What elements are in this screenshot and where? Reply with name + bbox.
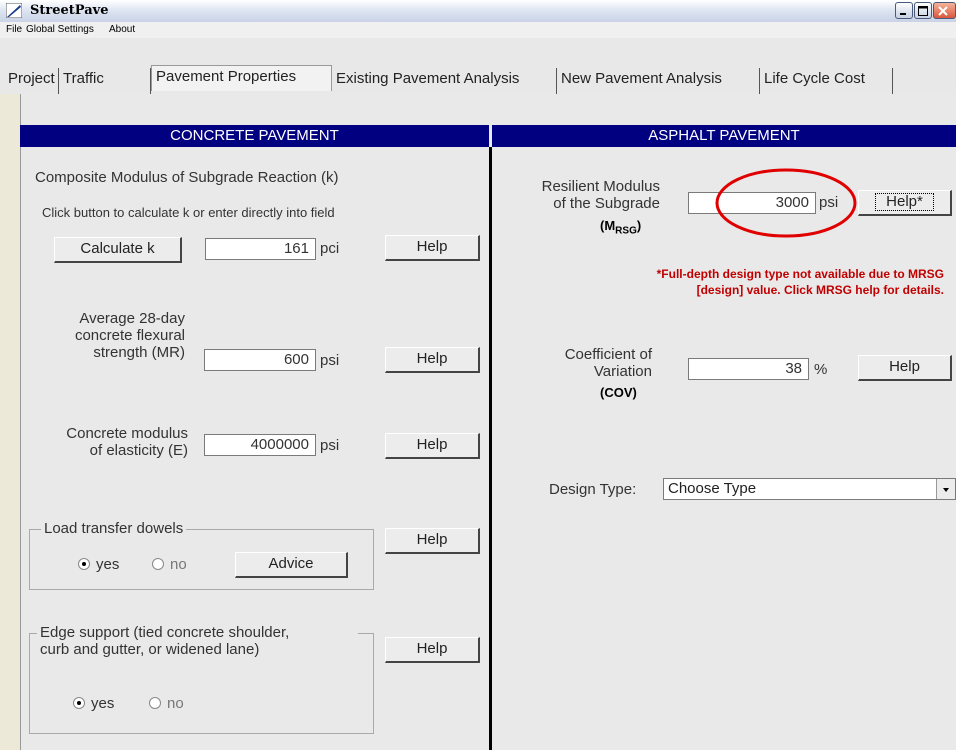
dowels-legend: Load transfer dowels: [41, 520, 187, 537]
mrsg-help-label: Help*: [875, 193, 934, 211]
asphalt-pavement-header: ASPHALT PAVEMENT: [492, 125, 956, 147]
menu-bar: File Global Settings About: [0, 22, 956, 38]
tab-existing-pavement-analysis[interactable]: Existing Pavement Analysis: [332, 68, 557, 94]
mrsg-symbol-sub: RSG: [615, 225, 637, 237]
cov-value-field[interactable]: 38: [688, 358, 809, 380]
edge-help-button[interactable]: Help: [385, 637, 480, 663]
k-help-button[interactable]: Help: [385, 235, 480, 261]
minimize-icon: [900, 13, 906, 15]
e-value-field[interactable]: 4000000: [204, 434, 316, 456]
tab-pavement-properties[interactable]: Pavement Properties: [151, 65, 332, 91]
menu-about[interactable]: About: [109, 24, 135, 35]
radio-unselected-icon: [149, 697, 161, 710]
cov-label-line1: Coefficient of: [564, 346, 652, 363]
annotation-circle-icon: [715, 168, 857, 238]
dowels-yes-label: yes: [96, 556, 120, 573]
window-title: StreetPave: [30, 3, 109, 18]
tab-project[interactable]: Project: [4, 68, 59, 94]
tab-new-pavement-analysis[interactable]: New Pavement Analysis: [557, 68, 760, 94]
mrsg-symbol-m: (M: [600, 218, 616, 233]
mr-label-line3: strength (MR): [93, 344, 185, 361]
dowels-no-radio[interactable]: no: [152, 556, 187, 573]
concrete-pavement-header: CONCRETE PAVEMENT: [20, 125, 489, 147]
dowels-yes-radio[interactable]: yes: [78, 556, 119, 573]
mrsg-symbol-close: ): [636, 218, 642, 233]
menu-file[interactable]: File: [6, 24, 22, 35]
edge-legend-line2: curb and gutter, or widened lane): [40, 641, 260, 658]
warning-line2: [design] value. Click MRSG help for deta…: [696, 283, 944, 297]
mr-label-line1: Average 28-day: [79, 310, 185, 327]
radio-selected-icon: [78, 558, 90, 571]
cov-label-line2: Variation: [593, 363, 652, 380]
menu-global-settings[interactable]: Global Settings: [26, 24, 94, 35]
warning-line1: *Full-depth design type not available du…: [656, 267, 944, 281]
edge-yes-label: yes: [91, 695, 115, 712]
minimize-button[interactable]: [895, 2, 913, 19]
e-unit: psi: [320, 437, 340, 454]
edge-no-radio[interactable]: no: [149, 695, 184, 712]
tab-bar: Project Traffic Pavement Properties Exis…: [0, 38, 956, 94]
close-button[interactable]: [933, 2, 956, 19]
chevron-down-icon: [943, 488, 949, 492]
radio-unselected-icon: [152, 558, 164, 571]
k-title: Composite Modulus of Subgrade Reaction (…: [35, 169, 339, 186]
design-type-select[interactable]: Choose Type: [663, 478, 956, 500]
mr-label: Average 28-day concrete flexural strengt…: [40, 310, 185, 361]
mr-help-button[interactable]: Help: [385, 347, 480, 373]
dowels-no-label: no: [170, 556, 187, 573]
design-type-value: Choose Type: [668, 480, 757, 497]
cov-unit: %: [814, 361, 828, 378]
mrsg-label: Resilient Modulus of the Subgrade: [500, 178, 660, 212]
mrsg-label-line2: of the Subgrade: [553, 195, 660, 212]
edge-legend-line1: Edge support (tied concrete shoulder,: [40, 624, 290, 641]
section-divider: [489, 147, 492, 750]
k-unit: pci: [320, 240, 340, 257]
e-help-button[interactable]: Help: [385, 433, 480, 459]
edge-yes-radio[interactable]: yes: [73, 695, 114, 712]
advice-button[interactable]: Advice: [235, 552, 348, 578]
calculate-k-button[interactable]: Calculate k: [54, 237, 182, 263]
maximize-icon: [918, 6, 928, 16]
full-depth-warning: *Full-depth design type not available du…: [500, 266, 944, 298]
mrsg-help-button[interactable]: Help*: [858, 190, 952, 216]
tab-life-cycle-cost[interactable]: Life Cycle Cost: [760, 68, 893, 94]
cov-label: Coefficient of Variation: [500, 346, 652, 380]
title-bar: StreetPave: [0, 0, 956, 23]
edge-no-label: no: [167, 695, 184, 712]
app-icon: [6, 3, 22, 18]
e-label: Concrete modulus of elasticity (E): [30, 425, 188, 459]
dropdown-arrow[interactable]: [936, 479, 955, 499]
mrsg-symbol: (MRSG): [600, 218, 641, 237]
mr-value-field[interactable]: 600: [204, 349, 316, 371]
dowels-help-button[interactable]: Help: [385, 528, 480, 554]
close-icon: [938, 6, 948, 16]
edge-support-legend: Edge support (tied concrete shoulder, cu…: [37, 624, 358, 658]
e-label-line1: Concrete modulus: [66, 425, 188, 442]
radio-selected-icon: [73, 697, 85, 710]
mrsg-label-line1: Resilient Modulus: [541, 178, 660, 195]
k-hint: Click button to calculate k or enter dir…: [42, 205, 335, 220]
mr-unit: psi: [320, 352, 340, 369]
design-type-label: Design Type:: [549, 481, 637, 498]
k-value-field[interactable]: 161: [205, 238, 316, 260]
mr-label-line2: concrete flexural: [74, 327, 185, 344]
tab-traffic[interactable]: Traffic: [59, 68, 151, 94]
e-label-line2: of elasticity (E): [89, 442, 188, 459]
cov-help-button[interactable]: Help: [858, 355, 952, 381]
cov-abbr: (COV): [600, 385, 637, 400]
maximize-button[interactable]: [914, 2, 932, 19]
